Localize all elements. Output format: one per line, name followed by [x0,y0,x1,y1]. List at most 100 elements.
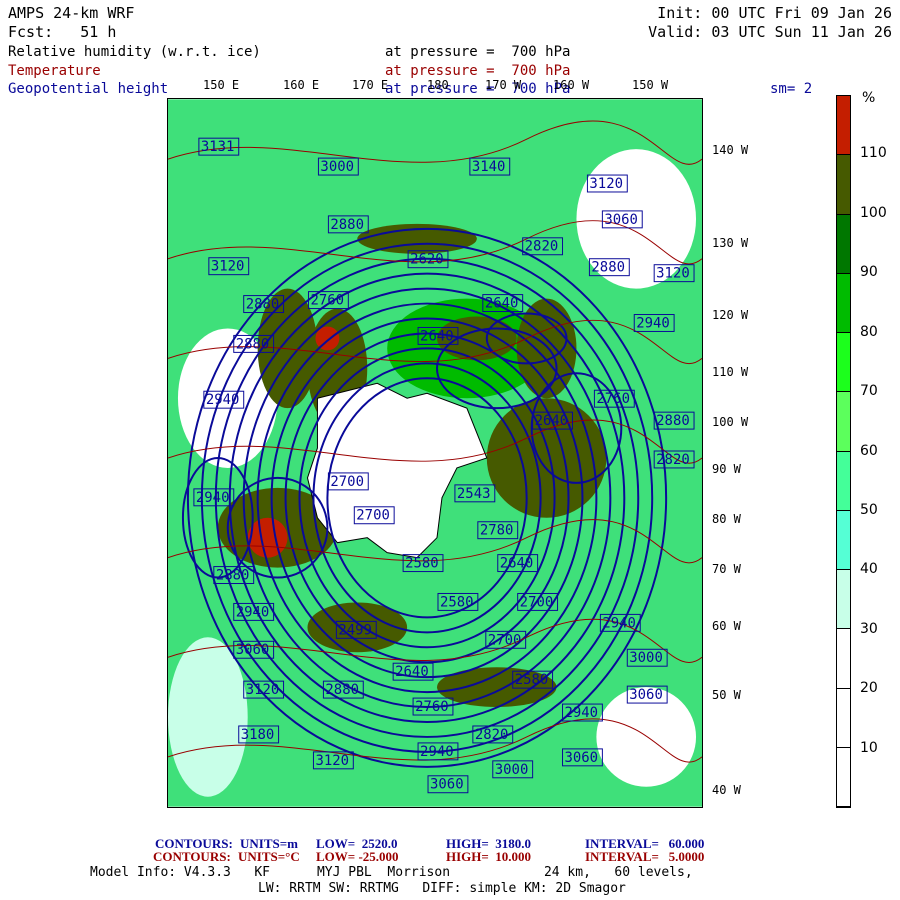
contour-label: 3060 [629,687,663,703]
contour-label: 2580 [515,672,549,688]
contour-label: 2580 [405,556,439,572]
contour-label: 2940 [565,705,599,721]
temp-contours-label: CONTOURS: [153,849,231,864]
lon-label: 150 W [632,78,669,92]
lon-label: 160 W [553,78,590,92]
lat-label: 130 W [712,236,749,250]
temp-low: LOW= -25.000 [316,849,399,864]
weather-map-page: AMPS 24-km WRF Fcst: 51 h Init: 00 UTC F… [0,0,900,900]
colorbar-tick-label: 110 [860,145,887,162]
contour-label: 2820 [656,452,690,468]
contour-label: 2940 [236,604,270,620]
colorbar-tick-label: 60 [860,442,878,459]
contour-label: 2880 [330,217,364,233]
contour-label: 2499 [338,622,372,638]
contour-label: 2780 [480,523,514,539]
contour-label: 2880 [216,568,250,584]
contour-label: 2940 [602,615,636,631]
colorbar-bin [837,273,850,333]
colorbar-bin [837,451,850,511]
contour-label: 2620 [410,252,444,268]
contour-label: 3120 [211,259,245,275]
contour-label: 2580 [440,594,474,610]
contour-label: 2640 [535,413,569,429]
colorbar-tick-label: 80 [860,323,878,340]
contour-label: 3060 [565,750,599,766]
contour-label: 3120 [589,176,623,192]
lon-label: 170 W [485,78,522,92]
contour-label: 3131 [201,139,235,155]
colorbar-bin [837,392,850,452]
map-canvas: 3131 3000 3140 3120 2880 3060 2620 2820 3120 2880… [168,99,702,807]
contour-label: 3060 [604,212,638,228]
colorbar-tick-label: 70 [860,383,878,400]
contour-label: 2640 [500,556,534,572]
temp-units: UNITS=°C [238,849,300,864]
contour-label: 3060 [430,777,464,793]
lat-label: 60 W [712,619,741,633]
contour-label: 3120 [315,753,349,769]
field-temp-level: at pressure = 700 hPa [385,63,571,79]
contour-label: 2640 [395,664,429,680]
colorbar-unit: % [862,90,876,106]
lat-label: 80 W [712,512,741,526]
contour-label: 2880 [656,413,690,429]
contour-label: 2700 [520,594,554,610]
contour-label: 2640 [485,296,519,312]
contour-label: 2880 [246,297,280,313]
lon-label: 150 E [203,78,240,92]
contour-label: 2640 [420,328,454,344]
temp-interval: INTERVAL= 5.0000 [585,849,705,864]
contour-label: 2700 [330,474,364,490]
model-info-physics: LW: RRTM SW: RRTMG DIFF: simple KM: 2D S… [258,881,626,896]
field-temp-name: Temperature [8,63,101,79]
contour-label: 2760 [596,391,630,407]
lat-label: 140 W [712,143,749,157]
contour-label: 3140 [472,159,506,175]
init-time: Init: 00 UTC Fri 09 Jan 26 [657,4,892,22]
contour-label: 2760 [415,699,449,715]
contour-label: 2543 [457,486,491,502]
temp-high: HIGH= 10.000 [446,849,532,864]
lon-label: 170 E [352,78,389,92]
contour-label: 2940 [420,744,454,760]
colorbar-bin [837,747,850,807]
colorbar-bin [837,155,850,215]
colorbar-bin [837,629,850,689]
lat-label: 50 W [712,688,741,702]
model-title: AMPS 24-km WRF [8,4,135,22]
colorbar-bin [837,688,850,748]
colorbar-tick-label: 10 [860,739,878,756]
colorbar-bin [837,510,850,570]
colorbar-tick-label: 50 [860,501,878,518]
lat-label: 70 W [712,562,741,576]
field-rh-level: at pressure = 700 hPa [385,44,571,60]
contour-label: 2820 [525,239,559,255]
contour-label: 3000 [629,650,663,666]
contour-label: 2940 [196,490,230,506]
lat-label: 100 W [712,415,749,429]
contour-label: 2880 [236,336,270,352]
contour-label: 2940 [636,315,670,331]
contour-label: 3000 [495,762,529,778]
contour-label: 3120 [656,266,690,282]
contour-label: 3060 [236,642,270,658]
lat-label: 110 W [712,365,749,379]
lon-label: 180 [427,78,449,92]
contour-label: 2880 [325,682,359,698]
smoothing-label: sm= 2 [770,81,813,97]
contour-label: 3120 [246,682,280,698]
lat-label: 120 W [712,308,749,322]
colorbar-bin [837,214,850,274]
colorbar-tick-label: 40 [860,561,878,578]
colorbar-tick-label: 30 [860,620,878,637]
contour-label: 3000 [320,159,354,175]
field-height-level: at pressure = 700 hPa [385,81,571,97]
contour-label: 2820 [475,727,509,743]
contour-label: 2700 [488,632,522,648]
contour-label: 2940 [206,392,240,408]
lat-label: 90 W [712,462,741,476]
contour-label: 3180 [241,727,275,743]
lat-label: 40 W [712,783,741,797]
colorbar-bin [837,570,850,630]
